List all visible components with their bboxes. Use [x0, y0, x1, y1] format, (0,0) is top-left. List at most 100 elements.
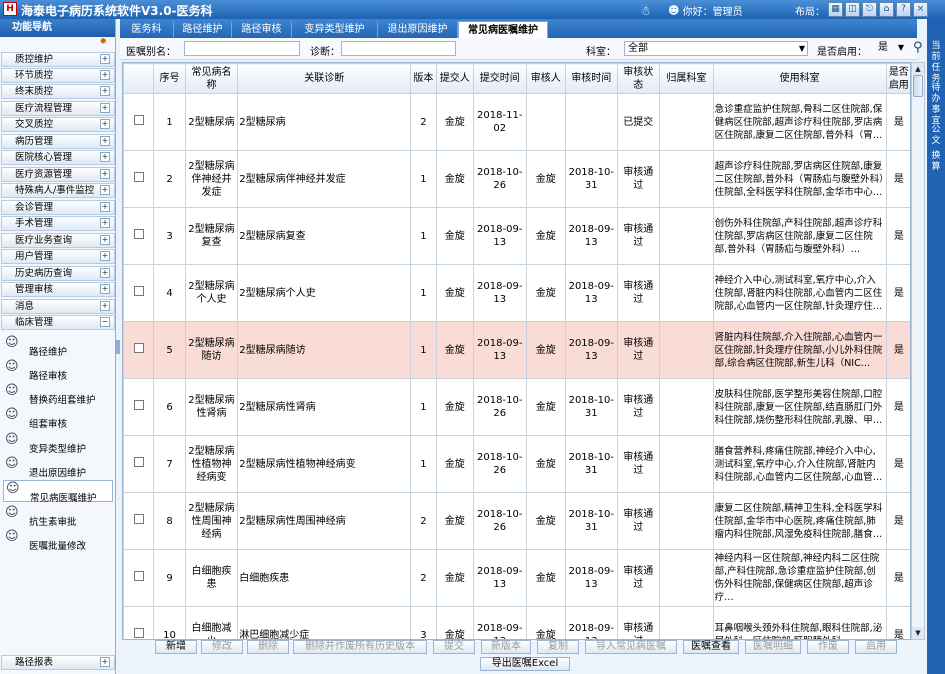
- plus-icon[interactable]: +: [100, 103, 110, 113]
- delete-all-versions-button[interactable]: 删除并作废所有历史版本: [293, 640, 427, 654]
- tab-variation-type[interactable]: 变异类型维护: [292, 21, 378, 38]
- right-rail-item[interactable]: 换算: [930, 151, 942, 173]
- col-header-no[interactable]: 序号: [153, 63, 186, 94]
- row-checkbox[interactable]: [133, 286, 144, 296]
- row-checkbox[interactable]: [133, 343, 144, 353]
- table-row[interactable]: 9 白细胞疾患 白细胞疾患 2 金旋 2018-09-13 金旋 2018-09-13 审核通过…: [123, 549, 910, 607]
- enabled-select[interactable]: 是 ▼: [876, 41, 906, 56]
- plus-icon[interactable]: +: [100, 657, 110, 667]
- view-orders-button[interactable]: 医嘱查看: [683, 640, 739, 654]
- row-checkbox-cell[interactable]: [123, 321, 155, 379]
- vertical-scrollbar[interactable]: ▲ ▼: [911, 62, 925, 640]
- sidebar-group-item[interactable]: 医疗资源管理 +: [1, 167, 115, 182]
- col-header-submitter[interactable]: 提交人: [435, 63, 474, 94]
- col-header-version[interactable]: 版本: [410, 63, 437, 94]
- table-row[interactable]: 7 2型糖尿病性植物神经病变 2型糖尿病性植物神经病变 1 金旋 2018-10-26 金旋…: [123, 435, 910, 493]
- minus-icon[interactable]: −: [100, 317, 110, 327]
- help-icon[interactable]: ?: [896, 2, 911, 17]
- enable-button[interactable]: 启用: [855, 640, 897, 654]
- col-header-status[interactable]: 审核状态: [616, 63, 661, 94]
- sidebar-subitem[interactable]: ☺ 变异类型维护: [3, 432, 113, 455]
- row-checkbox-cell[interactable]: [123, 93, 155, 151]
- sidebar-subitem[interactable]: ☺ 常见病医嘱维护: [3, 480, 113, 504]
- alias-input[interactable]: [184, 41, 300, 56]
- sidebar-subitem[interactable]: ☺ 组套审核: [3, 407, 113, 430]
- row-checkbox-cell[interactable]: [123, 549, 155, 607]
- sidebar-group-item[interactable]: 手术管理 +: [1, 216, 115, 231]
- import-button[interactable]: 导入常见病医嘱: [585, 640, 677, 654]
- table-row[interactable]: 2 2型糖尿病伴神经并发症 2型糖尿病伴神经并发症 1 金旋 2018-10-26 金旋 20…: [123, 150, 910, 208]
- sidebar-group-item[interactable]: 医疗业务查询 +: [1, 233, 115, 248]
- export-excel-button[interactable]: 导出医嘱Excel: [480, 657, 570, 671]
- row-checkbox-cell[interactable]: [123, 378, 155, 436]
- sidebar-group-item[interactable]: 医院核心管理 +: [1, 150, 115, 165]
- sidebar-subitem[interactable]: ☺ 抗生素审批: [3, 505, 113, 528]
- col-header-submit-time[interactable]: 提交时间: [472, 63, 527, 94]
- col-header-use-dept[interactable]: 使用科室: [712, 63, 887, 94]
- row-checkbox[interactable]: [133, 115, 144, 125]
- plus-icon[interactable]: +: [100, 54, 110, 64]
- row-checkbox-cell[interactable]: [123, 435, 155, 493]
- plus-icon[interactable]: +: [100, 301, 110, 311]
- sidebar-group-item[interactable]: 环节质控 +: [1, 68, 115, 83]
- row-checkbox[interactable]: [133, 229, 144, 239]
- plus-icon[interactable]: +: [100, 136, 110, 146]
- sidebar-collapse-handle[interactable]: [116, 340, 120, 354]
- users-icon[interactable]: ☃: [640, 4, 651, 18]
- table-row[interactable]: 10白细胞减少淋巴细胞减少症3金旋2018-09-13金旋2018-09-13审…: [123, 606, 910, 639]
- table-row[interactable]: 3 2型糖尿病复查 2型糖尿病复查 1 金旋 2018-09-13 金旋 2018-09-13…: [123, 207, 910, 265]
- row-checkbox[interactable]: [133, 571, 144, 581]
- sidebar-group-item[interactable]: 质控维护 +: [1, 52, 115, 67]
- plus-icon[interactable]: +: [100, 185, 110, 195]
- layout-split-icon[interactable]: ◫: [845, 2, 860, 17]
- new-button[interactable]: 新增: [155, 640, 197, 654]
- table-row[interactable]: 4 2型糖尿病个人史 2型糖尿病个人史 1 金旋 2018-09-13 金旋 2018-09-…: [123, 264, 910, 322]
- sidebar-subitem[interactable]: ☺ 路径审核: [3, 359, 113, 382]
- row-checkbox[interactable]: [133, 457, 144, 467]
- plus-icon[interactable]: +: [100, 284, 110, 294]
- sidebar-subitem[interactable]: ☺ 替换药组套维护: [3, 383, 113, 406]
- table-row[interactable]: 5 2型糖尿病随访 2型糖尿病随访 1 金旋 2018-09-13 金旋 2018-09-13…: [123, 321, 910, 379]
- plus-icon[interactable]: +: [100, 235, 110, 245]
- plus-icon[interactable]: +: [100, 152, 110, 162]
- col-header-enabled[interactable]: 是否启用: [885, 63, 910, 94]
- tab-path-maintenance[interactable]: 路径维护: [174, 21, 232, 38]
- delete-button[interactable]: 删除: [247, 640, 289, 654]
- table-row[interactable]: 6 2型糖尿病性肾病 2型糖尿病性肾病 1 金旋 2018-10-26 金旋 2018-10-…: [123, 378, 910, 436]
- sidebar-group-reports[interactable]: 路径报表 +: [1, 655, 115, 670]
- col-header-diagnosis[interactable]: 关联诊断: [237, 63, 412, 94]
- plus-icon[interactable]: +: [100, 202, 110, 212]
- order-detail-button[interactable]: 医嘱明细: [745, 640, 801, 654]
- sidebar-group-item[interactable]: 消息 +: [1, 299, 115, 314]
- tab-path-review[interactable]: 路径审核: [232, 21, 292, 38]
- plus-icon[interactable]: +: [100, 119, 110, 129]
- sidebar-subitem[interactable]: ☺ 路径维护: [3, 335, 113, 358]
- row-checkbox-cell[interactable]: [123, 606, 155, 639]
- plus-icon[interactable]: +: [100, 251, 110, 261]
- row-checkbox[interactable]: [133, 628, 144, 638]
- table-row[interactable]: 1 2型糖尿病 2型糖尿病 2 金旋 2018-11-02 已提交 急诊重症监护住院部,骨科二…: [123, 93, 910, 151]
- modify-button[interactable]: 修改: [201, 640, 243, 654]
- row-checkbox-cell[interactable]: [123, 150, 155, 208]
- right-rail-item[interactable]: 当前任务: [930, 41, 942, 85]
- sidebar-group-item[interactable]: 特殊病人/事件监控 +: [1, 183, 115, 198]
- copy-button[interactable]: 复制: [537, 640, 579, 654]
- sidebar-group-item[interactable]: 病历管理 +: [1, 134, 115, 149]
- sidebar-group-item[interactable]: 临床管理 −: [1, 315, 115, 330]
- diagnosis-input[interactable]: [341, 41, 456, 56]
- sidebar-group-item[interactable]: 历史病历查询 +: [1, 266, 115, 281]
- sidebar-group-item[interactable]: 会诊管理 +: [1, 200, 115, 215]
- row-checkbox-cell[interactable]: [123, 492, 155, 550]
- row-checkbox-cell[interactable]: [123, 264, 155, 322]
- sidebar-group-item[interactable]: 交叉质控 +: [1, 117, 115, 132]
- search-icon[interactable]: ⚲: [913, 40, 923, 55]
- settings-icon[interactable]: ✸: [99, 37, 107, 47]
- right-rail-item[interactable]: 公文: [930, 125, 942, 147]
- home-icon[interactable]: ⌂: [879, 2, 894, 17]
- close-icon[interactable]: ×: [913, 2, 928, 17]
- submit-button[interactable]: 提交: [433, 640, 475, 654]
- row-checkbox[interactable]: [133, 514, 144, 524]
- sidebar-group-item[interactable]: 用户管理 +: [1, 249, 115, 264]
- sidebar-group-item[interactable]: 终末质控 +: [1, 84, 115, 99]
- plus-icon[interactable]: +: [100, 86, 110, 96]
